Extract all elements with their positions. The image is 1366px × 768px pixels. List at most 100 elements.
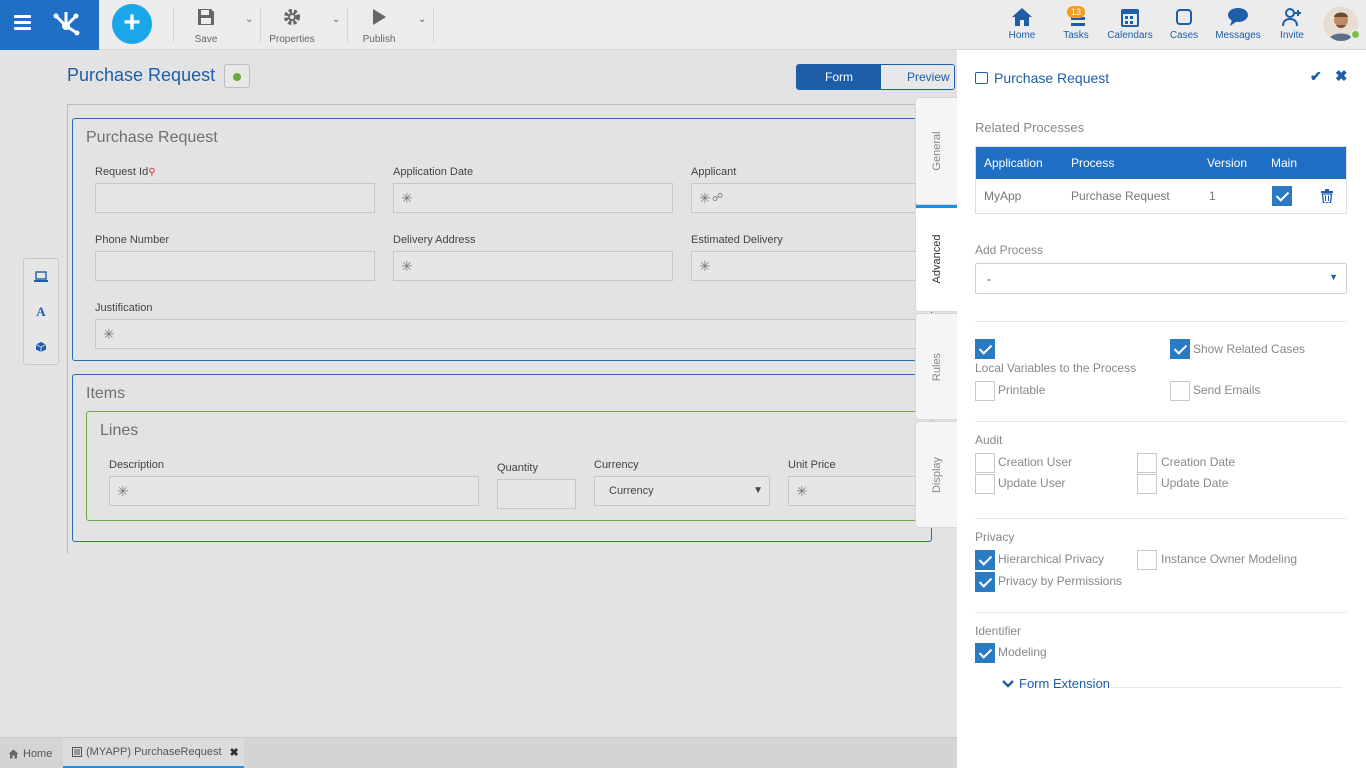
justification-field[interactable]: ✳ xyxy=(95,319,916,349)
save-options-chevron-icon[interactable]: ⌄ xyxy=(245,14,253,25)
quantity-label: Quantity xyxy=(497,462,538,474)
tab-general[interactable]: General xyxy=(915,97,957,205)
estimated-delivery-label: Estimated Delivery xyxy=(691,234,783,246)
main-process-checkbox[interactable] xyxy=(1272,186,1292,206)
estimated-delivery-field[interactable]: ✳ xyxy=(691,251,916,281)
tab-rules[interactable]: Rules xyxy=(915,313,957,420)
nav-tasks[interactable]: 13 Tasks xyxy=(1060,6,1092,41)
divider xyxy=(975,518,1347,519)
laptop-icon[interactable] xyxy=(24,259,58,294)
audit-heading: Audit xyxy=(975,433,1003,447)
send-emails-checkbox[interactable] xyxy=(1170,381,1190,401)
description-field[interactable]: ✳ xyxy=(109,476,479,506)
printable-checkbox[interactable] xyxy=(975,381,995,401)
nav-tasks-label: Tasks xyxy=(1063,30,1089,41)
nav-calendars[interactable]: Calendars xyxy=(1106,6,1154,41)
properties-button[interactable]: Properties xyxy=(268,6,316,45)
divider xyxy=(975,421,1347,422)
nav-cases-label: Cases xyxy=(1169,30,1199,41)
chevron-down-icon xyxy=(1002,679,1014,688)
hierarchical-privacy-checkbox[interactable] xyxy=(975,550,995,570)
tab-purchase-request[interactable]: (MYAPP) PurchaseRequest ✖ xyxy=(63,738,244,768)
local-variables-checkbox[interactable] xyxy=(975,339,995,359)
instance-owner-modeling-label: Instance Owner Modeling xyxy=(1161,552,1298,566)
properties-options-chevron-icon[interactable]: ⌄ xyxy=(332,14,340,25)
nav-calendars-label: Calendars xyxy=(1107,30,1153,41)
bottom-tab-bar: Home (MYAPP) PurchaseRequest ✖ xyxy=(0,737,957,768)
table-row[interactable]: MyApp Purchase Request 1 xyxy=(976,179,1346,213)
creation-user-label: Creation User xyxy=(998,455,1073,469)
applicant-label: Applicant xyxy=(691,166,737,178)
update-date-checkbox[interactable] xyxy=(1137,474,1157,494)
messages-icon xyxy=(1214,6,1262,28)
properties-label: Properties xyxy=(269,34,315,45)
nav-invite[interactable]: Invite xyxy=(1276,6,1308,41)
online-status-indicator xyxy=(1350,29,1361,40)
text-format-icon[interactable]: A xyxy=(24,294,58,329)
chevron-down-icon: ▼ xyxy=(753,485,763,496)
phone-number-field[interactable] xyxy=(95,251,375,281)
save-button[interactable]: Save xyxy=(190,6,222,45)
form-extension-toggle[interactable]: Form Extension xyxy=(1002,676,1110,691)
form-icon xyxy=(975,72,988,84)
publish-button[interactable]: Publish xyxy=(360,6,398,45)
add-process-select[interactable]: - ▼ xyxy=(975,263,1347,294)
invite-icon xyxy=(1276,6,1308,28)
nav-cases[interactable]: Cases xyxy=(1168,6,1200,41)
trash-icon[interactable] xyxy=(1321,189,1333,203)
asterisk-icon: ✳ xyxy=(103,326,115,342)
column-header: Version xyxy=(1207,156,1248,170)
gear-icon xyxy=(268,6,316,28)
hamburger-menu-icon[interactable] xyxy=(14,15,31,30)
cases-icon xyxy=(1168,6,1200,28)
creation-user-checkbox[interactable] xyxy=(975,453,995,473)
tab-display[interactable]: Display xyxy=(915,421,957,528)
cube-icon[interactable] xyxy=(24,329,58,364)
save-icon xyxy=(190,6,222,28)
home-icon xyxy=(8,749,19,758)
play-icon xyxy=(360,6,398,28)
currency-select[interactable]: Currency ▼ xyxy=(594,476,770,506)
identifier-heading: Identifier xyxy=(975,624,1022,638)
printable-label: Printable xyxy=(998,383,1046,397)
tab-preview[interactable]: Preview xyxy=(881,65,954,89)
form-document-icon xyxy=(72,747,82,757)
privacy-by-permissions-checkbox[interactable] xyxy=(975,572,995,592)
asterisk-icon: ✳ xyxy=(699,190,711,206)
close-icon[interactable]: ✖ xyxy=(1335,67,1348,85)
home-icon xyxy=(1006,6,1038,28)
phone-number-label: Phone Number xyxy=(95,234,169,246)
creation-date-checkbox[interactable] xyxy=(1137,453,1157,473)
tab-advanced[interactable]: Advanced xyxy=(915,205,958,312)
show-related-cases-checkbox[interactable] xyxy=(1170,339,1190,359)
delivery-address-field[interactable]: ✳ xyxy=(393,251,673,281)
application-date-field[interactable]: ✳ xyxy=(393,183,673,213)
nav-home[interactable]: Home xyxy=(1006,6,1038,41)
section-title: Items xyxy=(86,385,126,402)
publish-options-chevron-icon[interactable]: ⌄ xyxy=(418,14,426,25)
close-tab-icon[interactable]: ✖ xyxy=(230,746,239,759)
toolbar-divider xyxy=(347,8,348,42)
modeling-checkbox[interactable] xyxy=(975,643,995,663)
creation-date-label: Creation Date xyxy=(1161,455,1236,469)
update-user-label: Update User xyxy=(998,476,1066,490)
tab-form[interactable]: Form xyxy=(797,65,881,89)
request-id-field[interactable] xyxy=(95,183,375,213)
form-status-indicator[interactable] xyxy=(224,64,250,88)
instance-owner-modeling-checkbox[interactable] xyxy=(1137,550,1157,570)
toolbar-divider xyxy=(433,8,434,42)
nav-messages[interactable]: Messages xyxy=(1214,6,1262,41)
applicant-field[interactable]: ✳ ☍ xyxy=(691,183,916,213)
update-user-checkbox[interactable] xyxy=(975,474,995,494)
calendar-icon xyxy=(1106,6,1154,28)
app-logo-icon[interactable] xyxy=(50,9,82,37)
column-header: Main xyxy=(1271,156,1298,170)
tab-home[interactable]: Home xyxy=(8,738,52,768)
add-new-button[interactable]: + xyxy=(112,4,152,44)
divider xyxy=(975,612,1347,613)
confirm-check-icon[interactable]: ✔ xyxy=(1310,68,1322,85)
modeling-label: Modeling xyxy=(998,645,1047,659)
currency-select-value: Currency xyxy=(609,485,654,497)
quantity-field[interactable] xyxy=(497,479,576,509)
unit-price-field[interactable]: ✳ xyxy=(788,476,916,506)
